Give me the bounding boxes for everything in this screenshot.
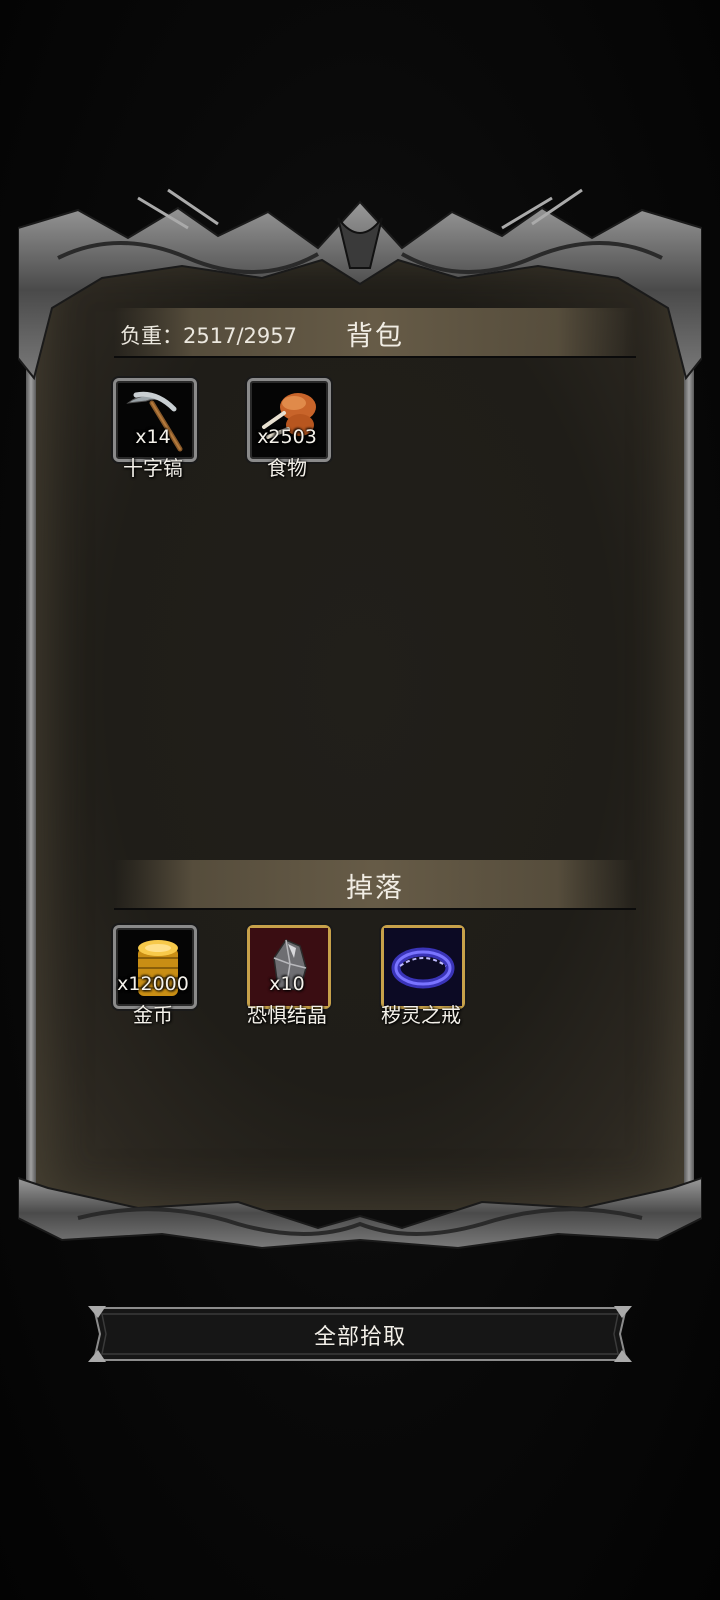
backpack-item-food[interactable]: x2503 食物 — [239, 378, 339, 488]
backpack-header: 负重：2517/2957 背包 — [114, 308, 636, 358]
pickup-all-label: 全部拾取 — [313, 1325, 406, 1350]
item-count: x12000 — [117, 973, 189, 995]
item-name: 恐惧结晶 — [247, 1003, 327, 1027]
drop-item-fear-crystal[interactable]: x10 恐惧结晶 — [239, 925, 339, 1035]
item-name: 食物 — [267, 456, 307, 480]
item-name: 秽灵之戒 — [381, 1003, 461, 1027]
item-name: 十字镐 — [123, 456, 183, 480]
item-slot — [247, 378, 331, 462]
item-slot — [113, 378, 197, 462]
loot-window-frame: 负重：2517/2957 背包 x14 十字镐 x2503 食物 掉落 x120… — [18, 188, 702, 1270]
backpack-item-pickaxe[interactable]: x14 十字镐 — [105, 378, 205, 488]
item-slot — [113, 925, 197, 1009]
pickup-all-button[interactable]: 全部拾取 — [88, 1304, 632, 1364]
loot-screen: 负重：2517/2957 背包 x14 十字镐 x2503 食物 掉落 x120… — [0, 0, 720, 1600]
item-count: x14 — [135, 426, 171, 448]
ring-icon — [384, 928, 462, 1006]
item-count: x2503 — [257, 426, 317, 448]
backpack-title: 背包 — [346, 321, 404, 352]
drop-item-ring[interactable]: 秽灵之戒 — [373, 925, 473, 1035]
item-count: x10 — [269, 973, 305, 995]
item-name: 金币 — [133, 1003, 173, 1027]
drops-title: 掉落 — [346, 873, 404, 904]
item-slot — [247, 925, 331, 1009]
item-slot — [381, 925, 465, 1009]
drop-item-gold[interactable]: x12000 金币 — [105, 925, 205, 1035]
drops-header: 掉落 — [114, 860, 636, 910]
